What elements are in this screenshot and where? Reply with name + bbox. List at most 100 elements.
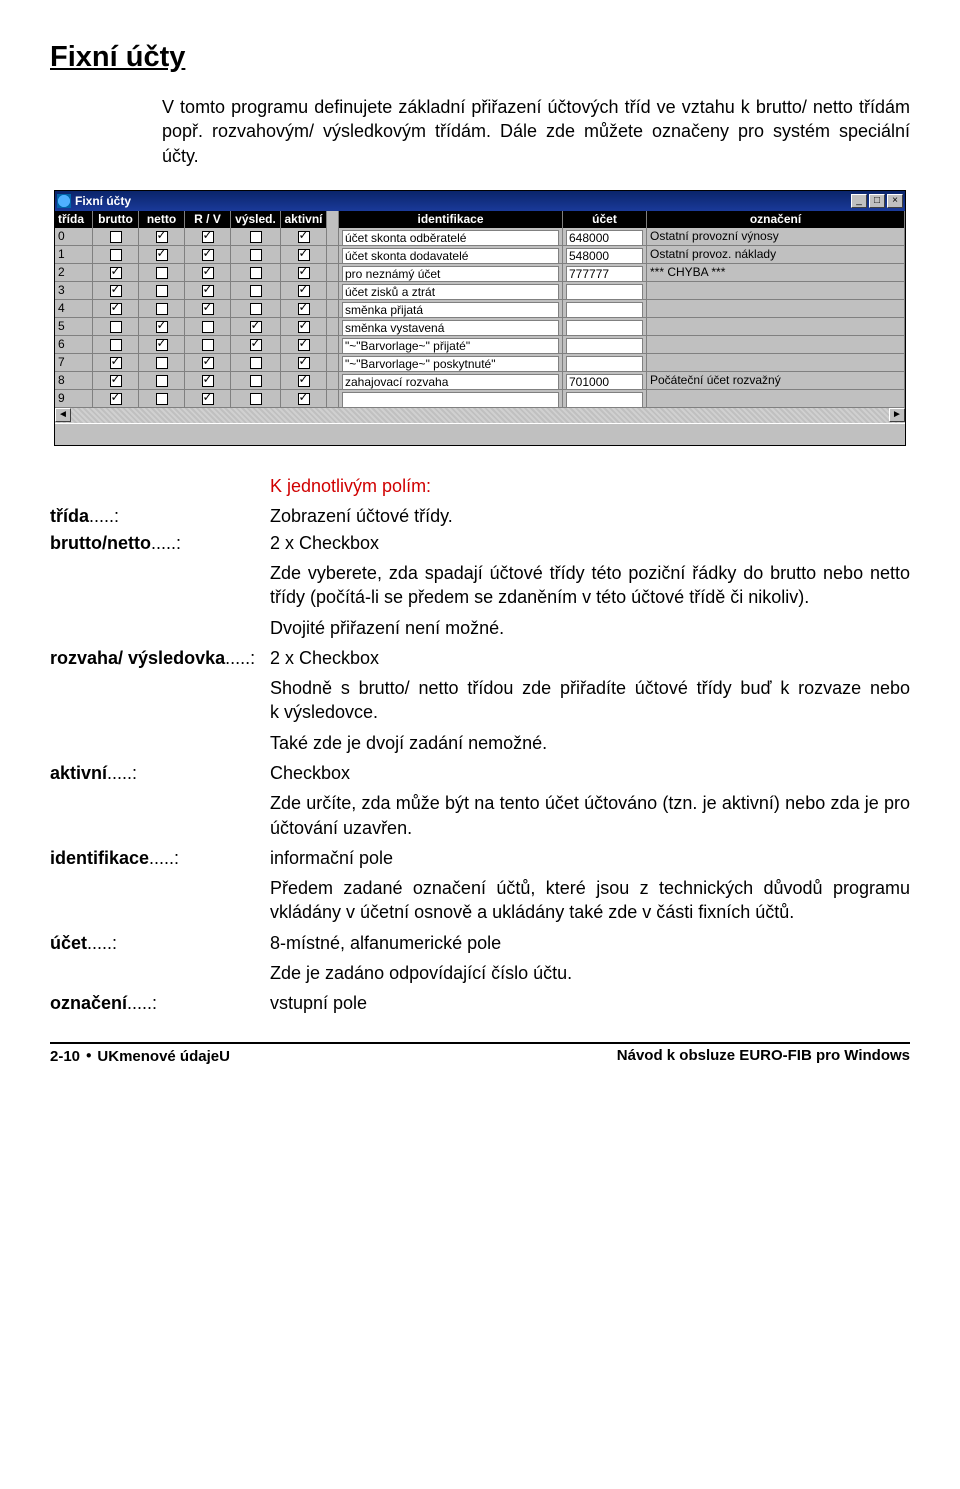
checkbox[interactable]: [202, 339, 214, 351]
checkbox[interactable]: [110, 357, 122, 369]
checkbox[interactable]: [110, 321, 122, 333]
scroll-right-button[interactable]: ►: [889, 408, 905, 422]
checkbox[interactable]: [250, 267, 262, 279]
ident-input[interactable]: zahajovací rozvaha: [342, 374, 559, 389]
checkbox[interactable]: [156, 267, 168, 279]
cell-vysled: [231, 300, 281, 317]
checkbox[interactable]: [298, 303, 310, 315]
col-oznaceni: označení: [647, 211, 905, 228]
checkbox[interactable]: [298, 231, 310, 243]
checkbox[interactable]: [202, 375, 214, 387]
checkbox[interactable]: [202, 231, 214, 243]
checkbox[interactable]: [250, 303, 262, 315]
intro-paragraph: V tomto programu definujete základní při…: [162, 95, 910, 168]
cell-ucet: [563, 354, 647, 371]
ucet-input[interactable]: [566, 338, 643, 353]
footer-rule: [50, 1042, 910, 1044]
cell-brutto: [93, 246, 139, 263]
checkbox[interactable]: [202, 303, 214, 315]
ident-input[interactable]: směnka vystavená: [342, 320, 559, 335]
checkbox[interactable]: [110, 249, 122, 261]
cell-oznaceni: *** CHYBA ***: [647, 264, 905, 281]
col-vysled: výsled.: [231, 211, 281, 228]
ucet-input[interactable]: [566, 356, 643, 371]
checkbox[interactable]: [298, 393, 310, 405]
checkbox[interactable]: [110, 375, 122, 387]
checkbox[interactable]: [298, 339, 310, 351]
ucet-input[interactable]: [566, 284, 643, 299]
checkbox[interactable]: [202, 321, 214, 333]
close-button[interactable]: ×: [887, 194, 903, 208]
checkbox[interactable]: [156, 285, 168, 297]
ident-input[interactable]: pro neznámý účet: [342, 266, 559, 281]
ucet-input[interactable]: 701000: [566, 374, 643, 389]
checkbox[interactable]: [250, 285, 262, 297]
checkbox[interactable]: [250, 231, 262, 243]
cell-netto: [139, 354, 185, 371]
scroll-left-button[interactable]: ◄: [55, 408, 71, 422]
def-rv-p2: Také zde je dvojí zadání nemožné.: [270, 731, 910, 755]
checkbox[interactable]: [298, 285, 310, 297]
term-rv: rozvaha/ výsledovka: [50, 648, 225, 668]
ucet-input[interactable]: 548000: [566, 248, 643, 263]
ucet-input[interactable]: 648000: [566, 230, 643, 245]
checkbox[interactable]: [110, 339, 122, 351]
checkbox[interactable]: [202, 393, 214, 405]
checkbox[interactable]: [156, 303, 168, 315]
checkbox[interactable]: [298, 249, 310, 261]
checkbox[interactable]: [156, 249, 168, 261]
window-footer: [55, 423, 905, 445]
cell-brutto: [93, 300, 139, 317]
cell-netto: [139, 228, 185, 245]
cell-netto: [139, 390, 185, 407]
checkbox[interactable]: [202, 267, 214, 279]
ident-input[interactable]: "~"Barvorlage~" poskytnuté": [342, 356, 559, 371]
checkbox[interactable]: [156, 339, 168, 351]
cell-oznaceni: [647, 300, 905, 317]
checkbox[interactable]: [298, 357, 310, 369]
checkbox[interactable]: [156, 321, 168, 333]
checkbox[interactable]: [202, 357, 214, 369]
cell-aktivni: [281, 300, 327, 317]
checkbox[interactable]: [110, 267, 122, 279]
checkbox[interactable]: [250, 393, 262, 405]
minimize-button[interactable]: _: [851, 194, 867, 208]
checkbox[interactable]: [156, 357, 168, 369]
cell-spacer: [327, 246, 339, 263]
checkbox[interactable]: [156, 375, 168, 387]
ident-input[interactable]: [342, 392, 559, 407]
checkbox[interactable]: [250, 375, 262, 387]
checkbox[interactable]: [110, 303, 122, 315]
checkbox[interactable]: [110, 393, 122, 405]
checkbox[interactable]: [250, 357, 262, 369]
checkbox[interactable]: [202, 285, 214, 297]
cell-vysled: [231, 390, 281, 407]
checkbox[interactable]: [250, 249, 262, 261]
ucet-input[interactable]: 777777: [566, 266, 643, 281]
cell-brutto: [93, 264, 139, 281]
cell-trida: 3: [55, 282, 93, 299]
checkbox[interactable]: [298, 267, 310, 279]
scrollbar-horizontal[interactable]: ◄ ►: [55, 407, 905, 423]
checkbox[interactable]: [202, 249, 214, 261]
ucet-input[interactable]: [566, 302, 643, 317]
checkbox[interactable]: [250, 321, 262, 333]
checkbox[interactable]: [156, 393, 168, 405]
ident-input[interactable]: "~"Barvorlage~" přijaté": [342, 338, 559, 353]
ident-input[interactable]: účet zisků a ztrát: [342, 284, 559, 299]
maximize-button[interactable]: □: [869, 194, 885, 208]
checkbox[interactable]: [110, 231, 122, 243]
checkbox[interactable]: [156, 231, 168, 243]
cell-trida: 7: [55, 354, 93, 371]
ucet-input[interactable]: [566, 392, 643, 407]
checkbox[interactable]: [298, 375, 310, 387]
checkbox[interactable]: [110, 285, 122, 297]
ucet-input[interactable]: [566, 320, 643, 335]
checkbox[interactable]: [250, 339, 262, 351]
cell-spacer: [327, 390, 339, 407]
ident-input[interactable]: účet skonta odběratelé: [342, 230, 559, 245]
ident-input[interactable]: směnka přijatá: [342, 302, 559, 317]
cell-aktivni: [281, 354, 327, 371]
checkbox[interactable]: [298, 321, 310, 333]
ident-input[interactable]: účet skonta dodavatelé: [342, 248, 559, 263]
